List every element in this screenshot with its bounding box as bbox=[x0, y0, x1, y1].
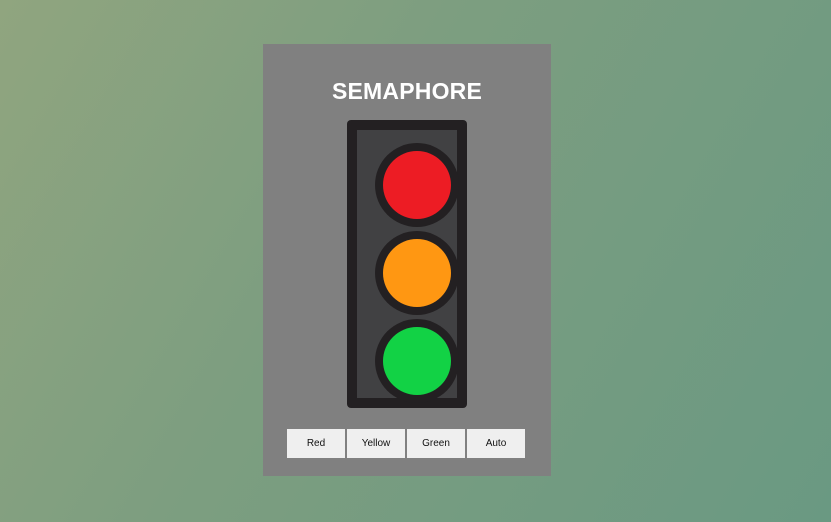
yellow-button[interactable]: Yellow bbox=[347, 429, 405, 458]
traffic-light-housing bbox=[347, 120, 467, 408]
red-lamp bbox=[375, 143, 459, 227]
traffic-light-face bbox=[357, 130, 459, 403]
control-buttons: Red Yellow Green Auto bbox=[287, 429, 527, 458]
yellow-light bbox=[383, 239, 451, 307]
red-light bbox=[383, 151, 451, 219]
page-title: SEMAPHORE bbox=[331, 78, 483, 104]
yellow-lamp bbox=[375, 231, 459, 315]
green-button[interactable]: Green bbox=[407, 429, 465, 458]
red-button[interactable]: Red bbox=[287, 429, 345, 458]
auto-button[interactable]: Auto bbox=[467, 429, 525, 458]
green-light bbox=[383, 327, 451, 395]
semaphore-panel: SEMAPHORE Red Yellow Green Auto bbox=[263, 44, 551, 476]
green-lamp bbox=[375, 319, 459, 403]
